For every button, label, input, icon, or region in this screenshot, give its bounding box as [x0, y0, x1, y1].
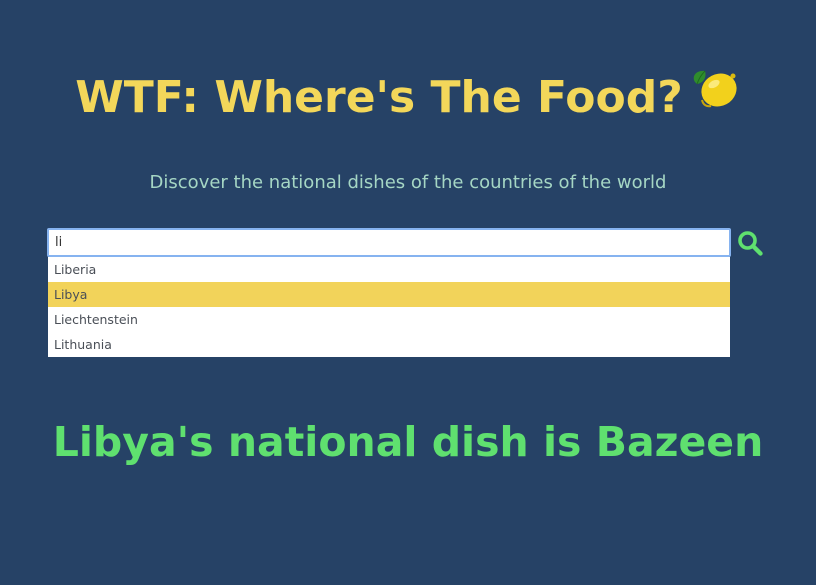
- page-title: WTF: Where's The Food?: [0, 66, 816, 130]
- page-subtitle: Discover the national dishes of the coun…: [149, 172, 667, 193]
- search-button[interactable]: [733, 227, 767, 259]
- suggestion-lithuania[interactable]: Lithuania: [48, 332, 730, 357]
- autocomplete-list: Liberia Libya Liechtenstein Lithuania: [48, 257, 730, 357]
- national-dish-result: Libya's national dish is Bazeen: [52, 418, 764, 466]
- suggestion-liberia[interactable]: Liberia: [48, 257, 730, 282]
- suggestion-liechtenstein[interactable]: Liechtenstein: [48, 307, 730, 332]
- search-icon[interactable]: [736, 229, 764, 257]
- country-search-input[interactable]: [47, 228, 731, 257]
- page-title-text: WTF: Where's The Food?: [75, 72, 683, 123]
- suggestion-libya[interactable]: Libya: [48, 282, 730, 307]
- lemon-icon: [689, 64, 741, 128]
